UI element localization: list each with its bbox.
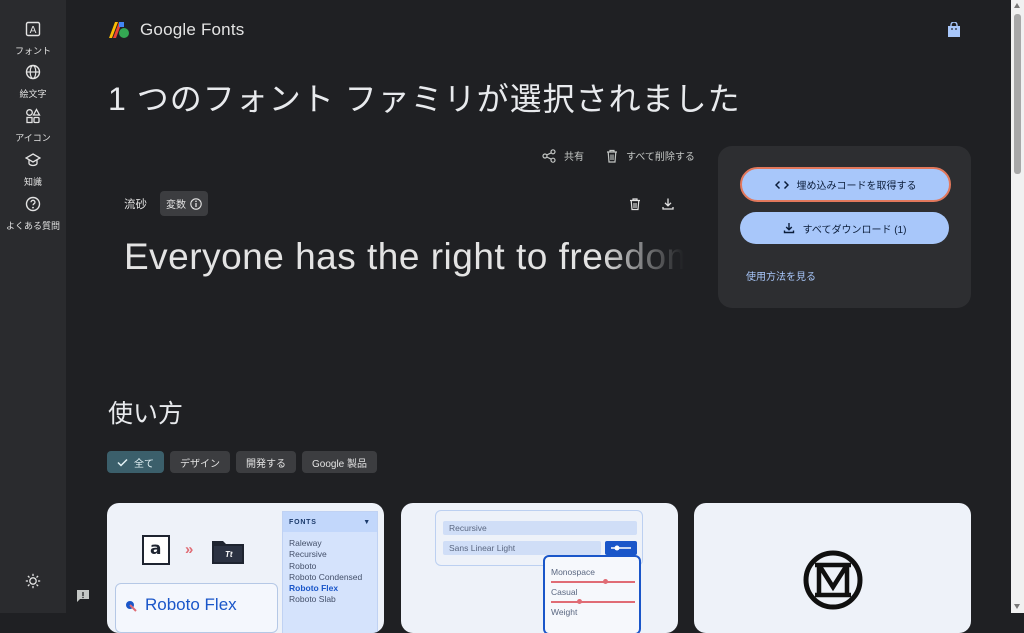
filter-chip-design[interactable]: デザイン [170,451,230,473]
filter-chip-develop[interactable]: 開発する [236,451,296,473]
code-icon [774,180,789,189]
share-button[interactable]: 共有 [542,148,584,163]
font-family-name[interactable]: 流砂 [124,196,147,212]
axis-slider-monospace[interactable] [551,581,635,583]
font-row-sans-linear: Sans Linear Light [443,541,601,555]
school-icon [23,150,43,170]
usage-section-title: 使い方 [108,400,184,428]
trash-icon [607,149,617,163]
view-usage-link[interactable]: 使用方法を見る [746,268,816,283]
glyph-tt: Tt [225,550,233,559]
slider-icon [611,545,631,551]
rail-item-faq[interactable]: よくある質問 [0,194,66,232]
globe-icon [23,62,43,82]
filter-chip-label: 開発する [246,458,286,470]
fonts-header: FONTS [289,518,317,526]
scrollbar-thumb[interactable] [1014,14,1021,174]
fonts-list-box: FONTS ▼ Raleway Recursive Roboto Roboto Con… [282,511,378,633]
material-symbols-logo-icon [803,550,863,610]
get-embed-code-button[interactable]: 埋め込みコードを取得する [740,167,951,202]
filter-chip-label: デザイン [180,458,220,470]
rail-label: 知識 [23,177,42,187]
usage-filter-chips: 全て デザイン 開発する Google 製品 [107,451,378,473]
font-list-item[interactable]: Roboto [289,561,371,572]
selection-toolbar: 共有 すべて削除する [542,148,695,163]
feedback-icon[interactable] [75,588,91,604]
cursor-icon [126,601,137,612]
font-list-item[interactable]: Roboto Flex [289,583,371,594]
glyph-a: a [150,539,162,559]
axis-handle[interactable] [577,599,582,604]
font-list-item[interactable]: Roboto Slab [289,594,371,605]
filter-chip-all[interactable]: 全て [107,451,164,473]
filter-chip-label: Google 製品 [312,458,368,470]
remove-font-icon[interactable] [628,197,642,211]
check-icon [117,458,128,467]
rail-label: アイコン [15,133,51,143]
delete-all-button[interactable]: すべて削除する [606,148,695,163]
shopping-bag-icon[interactable] [947,22,961,38]
svg-text:A: A [30,25,37,36]
font-row-label: Recursive [449,523,487,533]
triangle-down-icon: ▼ [363,518,371,526]
page-scrollbar[interactable] [1011,0,1024,613]
scroll-down-icon[interactable] [1014,604,1020,609]
page-title: 1 つのフォント ファミリが選択されました [108,81,741,117]
axis-slider-casual[interactable] [551,601,635,603]
axis-label-weight: Weight [551,607,578,617]
variable-badge[interactable]: 変数 [160,191,208,216]
google-fonts-logo-icon [109,22,129,38]
axis-label-monospace: Monospace [551,567,595,577]
nav-rail: A フォント 絵文字 アイコン 知識 よくある質問 [0,0,66,613]
shapes-icon [23,106,43,126]
rail-item-knowledge[interactable]: 知識 [0,150,66,188]
google-fonts-logo[interactable]: Google Fonts [108,20,244,40]
action-panel: 埋め込みコードを取得する すべてダウンロード (1) 使用方法を見る [718,146,971,308]
font-list-item[interactable]: Raleway [289,538,371,549]
embed-label: 埋め込みコードを取得する [796,181,917,192]
font-list-item[interactable]: Roboto Condensed [289,572,371,583]
download-icon [783,223,794,234]
usage-card-google-products[interactable] [694,503,971,633]
download-icon[interactable] [661,197,675,211]
axis-handle[interactable] [603,579,608,584]
share-icon [542,148,556,163]
help-icon [23,194,43,214]
font-list: Raleway Recursive Roboto Roboto Condensed Ro… [283,532,377,606]
variable-axes-panel: Monospace Casual Weight [543,555,641,633]
font-glyph-icon: a [142,535,170,565]
font-row-recursive: Recursive [443,521,637,535]
scroll-up-icon[interactable] [1014,3,1020,8]
rail-item-emoji[interactable]: 絵文字 [0,62,66,100]
font-icon: A [23,19,43,39]
rail-item-fonts[interactable]: A フォント [0,19,66,57]
font-preview-text[interactable]: Everyone has the right to freedom [124,236,684,278]
chevron-double-right-icon: » [185,541,194,558]
font-row-label: Sans Linear Light [449,543,516,553]
download-all-button[interactable]: すべてダウンロード (1) [740,212,949,244]
rail-label: フォント [14,46,51,56]
rail-item-icons[interactable]: アイコン [0,106,66,144]
share-label: 共有 [564,152,584,163]
font-list-item[interactable]: Recursive [289,549,371,560]
rail-label: 絵文字 [19,89,47,99]
filter-chip-google-products[interactable]: Google 製品 [302,451,378,473]
info-icon [190,197,202,210]
rail-label: よくある質問 [5,221,60,231]
filter-chip-label: 全て [134,458,154,470]
slider-toggle-button[interactable] [605,541,637,555]
brightness-icon [23,571,43,591]
usage-card-design[interactable]: a » Tt FONTS ▼ Raleway Recursive Roboto Rob… [107,503,384,633]
delete-all-label: すべて削除する [626,152,695,163]
axis-label-casual: Casual [551,587,578,597]
main-content: Google Fonts 1 つのフォント ファミリが選択されました 共有 すべ… [66,0,1011,633]
usage-card-develop[interactable]: Recursive Sans Linear Light Monospace Ca… [401,503,678,633]
logo-text: Google Fonts [140,20,245,39]
roboto-flex-label: Roboto Flex [145,595,237,614]
download-all-label: すべてダウンロード (1) [802,224,907,236]
theme-toggle[interactable] [0,571,66,591]
variable-label: 変数 [166,200,186,211]
